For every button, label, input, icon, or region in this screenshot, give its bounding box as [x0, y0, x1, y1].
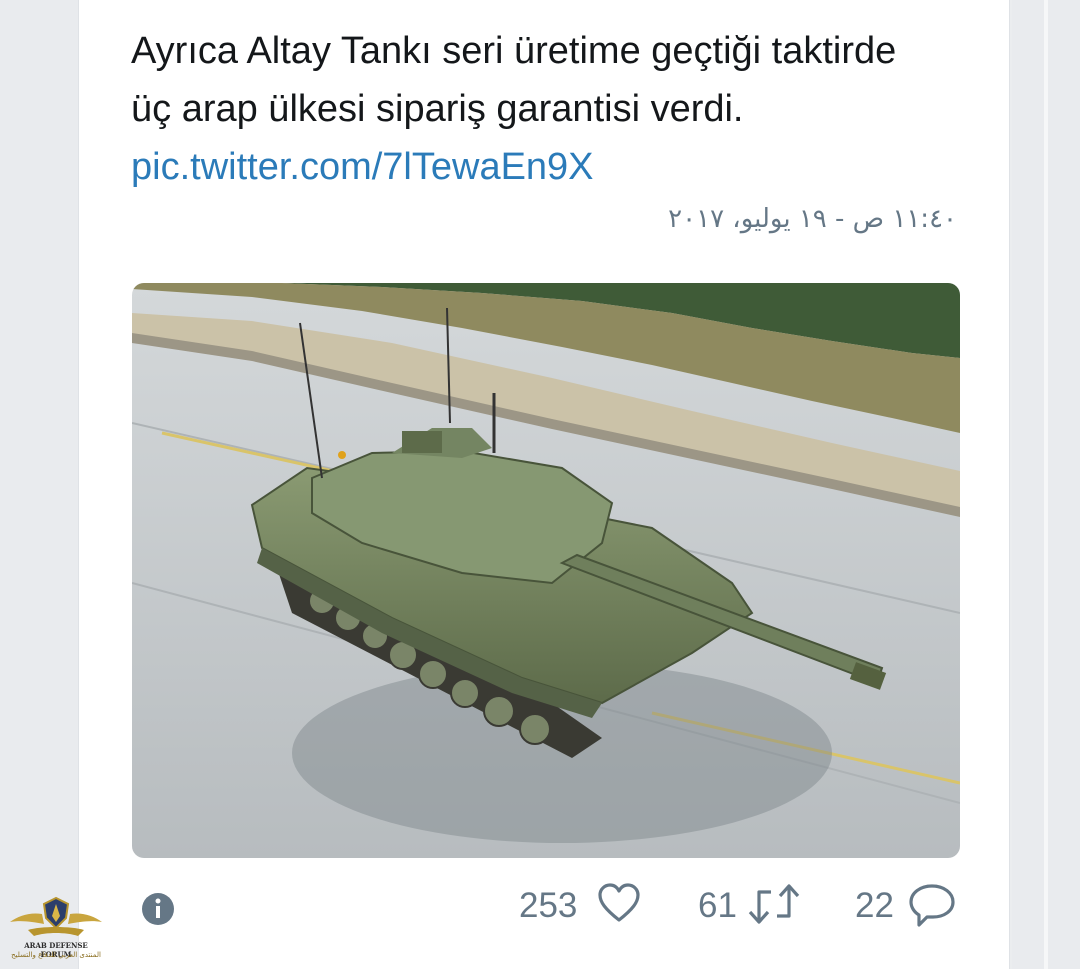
tank-photo-icon — [132, 283, 960, 858]
forum-watermark: ARAB DEFENSE FORUM المنتدى العربي للدفاع… — [8, 892, 104, 966]
reply-count: 22 — [855, 886, 894, 925]
retweet-icon[interactable] — [745, 882, 803, 931]
column-divider — [1044, 0, 1048, 969]
watermark-forum-name-arabic: المنتدى العربي للدفاع والتسليح — [11, 951, 101, 959]
page-background-right — [1012, 0, 1080, 969]
tweet-media-link[interactable]: pic.twitter.com/7lTewaEn9X — [131, 146, 594, 188]
tweet-media-image[interactable] — [132, 283, 960, 858]
reply-speech-bubble-icon[interactable] — [907, 882, 957, 933]
like-heart-icon[interactable] — [597, 882, 641, 931]
tweet-body: Ayrıca Altay Tankı seri üretime geçtiği … — [131, 30, 897, 130]
retweet-count: 61 — [698, 886, 737, 925]
tweet-timestamp[interactable]: ١١:٤٠ ص - ١٩ يوليو، ٢٠١٧ — [668, 204, 957, 234]
forum-logo-eagle-icon — [10, 896, 102, 936]
tweet-actions-bar: 253 61 22 — [79, 868, 1011, 948]
info-icon[interactable] — [141, 892, 175, 931]
like-count: 253 — [519, 886, 578, 925]
tweet-card[interactable]: Ayrıca Altay Tankı seri üretime geçtiği … — [78, 0, 1010, 969]
tweet-text: Ayrıca Altay Tankı seri üretime geçtiği … — [131, 22, 911, 196]
page-background-left — [0, 0, 78, 969]
